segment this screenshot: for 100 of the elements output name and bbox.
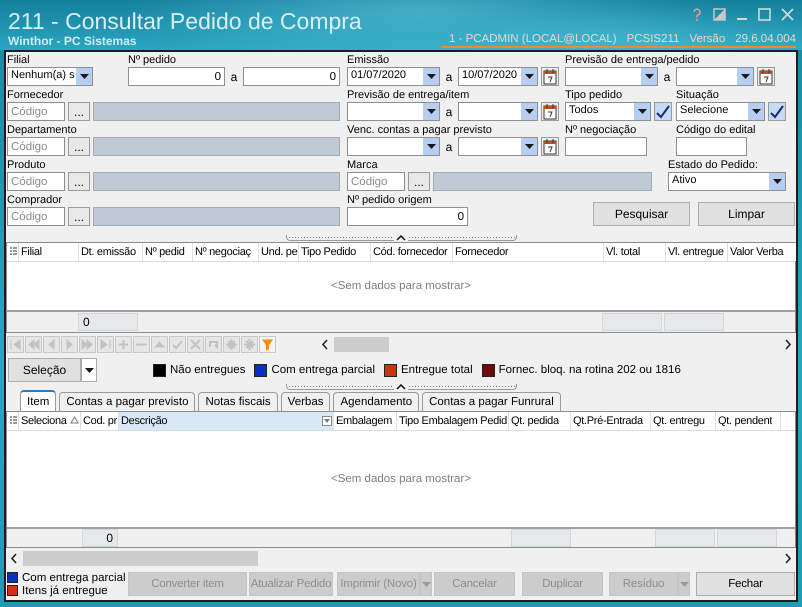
column-header[interactable]: Qt. pedida — [509, 412, 571, 430]
confirm-button[interactable] — [654, 102, 672, 121]
column-header[interactable]: Filial — [19, 243, 79, 261]
selection-button[interactable]: Seleção — [8, 358, 81, 382]
search-button[interactable]: ... — [68, 207, 90, 226]
column-header[interactable]: Vl. total — [604, 243, 666, 261]
range-separator: a — [444, 140, 454, 154]
dropdown-field[interactable] — [458, 137, 538, 156]
number-field[interactable]: 0 — [128, 67, 225, 86]
action-button[interactable]: Limpar — [698, 202, 795, 226]
column-header[interactable]: Cod. pr — [81, 412, 119, 430]
scroll-thumb[interactable] — [23, 550, 258, 566]
dropdown-field[interactable]: 01/07/2020 — [347, 67, 440, 86]
dropdown-field[interactable] — [458, 102, 538, 121]
field-label: Comprador — [7, 194, 64, 207]
dropdown-field[interactable] — [347, 102, 440, 121]
tab[interactable]: Verbas — [280, 392, 330, 411]
tab[interactable]: Contas a pagar Funrural — [422, 392, 561, 411]
calendar-button[interactable] — [541, 102, 559, 121]
help-icon[interactable] — [691, 8, 703, 22]
action-button[interactable]: Fechar — [696, 572, 795, 596]
selection-dropdown[interactable] — [81, 358, 97, 382]
calendar-button[interactable] — [541, 67, 559, 86]
column-header[interactable]: Vl. entregue — [666, 243, 728, 261]
field-label: Venc. contas a pagar previsto — [347, 124, 493, 137]
search-button[interactable]: ... — [68, 172, 90, 191]
column-header[interactable]: Seleciona — [19, 412, 81, 430]
dropdown-field[interactable] — [565, 67, 658, 86]
text-field[interactable] — [565, 137, 647, 156]
column-header[interactable]: Fornecedor — [453, 243, 604, 261]
dropdown-arrow-icon — [740, 74, 750, 79]
column-chooser[interactable] — [7, 243, 19, 261]
confirm-button[interactable] — [768, 102, 786, 121]
dropdown-field[interactable] — [676, 67, 754, 86]
column-header[interactable]: Dt. emissão — [79, 243, 143, 261]
summary-cell: 0 — [82, 529, 118, 547]
asterisk-icon — [224, 337, 239, 352]
fast-forward-icon — [80, 337, 95, 352]
column-chooser[interactable] — [7, 412, 19, 430]
column-header[interactable]: Qt.Pré-Entrada — [571, 412, 651, 430]
first-icon — [8, 337, 23, 352]
minus-icon — [136, 343, 147, 346]
dropdown-field[interactable]: Nenhum(a) s — [7, 67, 93, 86]
search-button[interactable]: ... — [68, 137, 90, 156]
range-separator: a — [662, 70, 672, 84]
field-label: Emissão — [347, 54, 390, 67]
column-header[interactable]: Descrição — [119, 412, 334, 430]
scroll-thumb[interactable] — [334, 337, 389, 352]
window-subtitle: Winthor - PC Sistemas — [8, 34, 138, 48]
legend-label: Entregue total — [401, 364, 473, 376]
dropdown-field[interactable]: Ativo — [668, 172, 786, 191]
number-field[interactable]: 0 — [243, 67, 340, 86]
restore-icon[interactable] — [713, 8, 726, 21]
calendar-icon — [759, 68, 773, 84]
filter-icon[interactable] — [322, 416, 332, 426]
column-header[interactable]: Cód. fornecedor — [371, 243, 453, 261]
field-label: Departamento — [7, 124, 78, 137]
search-button[interactable]: ... — [408, 172, 430, 191]
calendar-button[interactable] — [757, 67, 775, 86]
dropdown-field[interactable] — [347, 137, 440, 156]
dropdown-arrow-icon — [752, 109, 760, 114]
navigator-button[interactable] — [259, 336, 276, 353]
column-header[interactable]: Und. pe — [259, 243, 299, 261]
column-header[interactable]: Embalagem — [334, 412, 397, 430]
maximize-icon[interactable] — [758, 8, 771, 21]
dropdown-field[interactable]: 10/07/2020 — [458, 67, 538, 86]
field-label: Fornecedor — [7, 89, 64, 102]
tab[interactable]: Notas fiscais — [198, 392, 278, 411]
column-header[interactable]: Nº negociaç — [193, 243, 259, 261]
column-header[interactable]: Valor Verba — [728, 243, 796, 261]
dropdown-arrow-icon — [80, 74, 88, 79]
splitter-handle[interactable] — [286, 384, 516, 390]
dropdown-arrow-icon — [426, 74, 436, 79]
calendar-button[interactable] — [541, 137, 559, 156]
tab[interactable]: Agendamento — [333, 392, 420, 411]
column-header[interactable]: Tipo Embalagem Pedid — [397, 412, 509, 430]
search-button[interactable]: ... — [68, 102, 90, 121]
field-label: Tipo pedido — [565, 89, 624, 102]
field-label: Código do edital — [676, 124, 757, 137]
dropdown-field[interactable]: Todos — [565, 102, 651, 121]
column-header[interactable]: Nº pedid — [143, 243, 193, 261]
dropdown-arrow-icon — [422, 582, 430, 586]
calendar-icon — [543, 104, 557, 120]
tab[interactable]: Contas a pagar previsto — [59, 392, 196, 411]
legend-label: Fornec. bloq. na rotina 202 ou 1816 — [498, 364, 681, 376]
column-header[interactable]: Qt. pendent — [716, 412, 781, 430]
calendar-icon — [543, 138, 557, 154]
tab[interactable]: Item — [20, 390, 56, 411]
text-field[interactable] — [676, 137, 747, 156]
version-label: Versão — [689, 33, 726, 45]
summary-cell: 0 — [78, 313, 138, 331]
close-icon[interactable] — [781, 8, 794, 21]
dropdown-field[interactable]: Selecione — [676, 102, 765, 121]
legend-label: Itens já entregue — [22, 584, 108, 596]
column-header[interactable]: Tipo Pedido — [299, 243, 371, 261]
splitter-handle[interactable] — [286, 235, 516, 241]
field-label: Situação — [676, 89, 720, 102]
action-button[interactable]: Pesquisar — [593, 202, 690, 226]
column-header[interactable]: Qt. entregu — [651, 412, 716, 430]
number-field[interactable]: 0 — [347, 207, 468, 226]
